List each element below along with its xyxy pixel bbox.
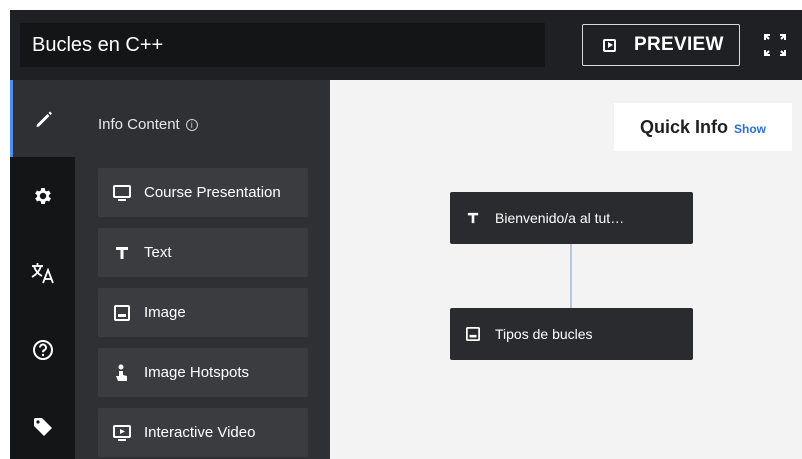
preview-button[interactable]: PREVIEW (582, 24, 740, 66)
content-node-image[interactable]: Tipos de bucles (450, 308, 693, 360)
preview-label: PREVIEW (634, 34, 724, 55)
help-icon (32, 339, 54, 361)
gear-icon (32, 185, 54, 207)
hotspot-icon (112, 363, 132, 383)
content-type-label: Image (144, 304, 186, 321)
quick-info-show-link[interactable]: Show (734, 122, 766, 136)
video-icon (112, 423, 132, 443)
node-label: Bienvenido/a al tut… (495, 210, 625, 226)
image-icon (465, 327, 481, 341)
play-icon (603, 38, 616, 52)
text-icon (465, 212, 481, 224)
pencil-icon (34, 109, 54, 129)
content-type-label: Course Presentation (144, 184, 281, 201)
rail-item-help[interactable] (10, 311, 75, 388)
content-types-panel: Info Content i Course Presentation Text … (75, 80, 330, 459)
content-node-text[interactable]: Bienvenido/a al tut… (450, 192, 693, 244)
content-type-label: Image Hotspots (144, 364, 250, 381)
quick-info-box: Quick Info Show (614, 103, 792, 151)
sidebar-rail (10, 80, 75, 459)
panel-heading-label: Info Content (98, 116, 180, 133)
monitor-icon (112, 183, 132, 203)
content-type-image-hotspots[interactable]: Image Hotspots (98, 348, 308, 397)
content-type-course-presentation[interactable]: Course Presentation (98, 168, 308, 217)
node-connector (570, 244, 572, 308)
content-type-image[interactable]: Image (98, 288, 308, 337)
image-icon (112, 303, 132, 323)
rail-item-translate[interactable] (10, 234, 75, 311)
quick-info-title: Quick Info (639, 116, 728, 137)
text-icon (112, 243, 132, 263)
content-type-label: Interactive Video (144, 424, 256, 441)
translate-icon (30, 261, 56, 285)
panel-heading: Info Content i (98, 116, 198, 133)
node-label: Tipos de bucles (495, 326, 593, 342)
content-type-label: Text (144, 244, 172, 261)
tag-icon (32, 416, 54, 438)
top-bar: Bucles en C++ PREVIEW (10, 10, 802, 80)
rail-item-tags[interactable] (10, 388, 75, 459)
title-input[interactable]: Bucles en C++ (20, 23, 545, 67)
info-icon[interactable]: i (185, 118, 198, 131)
rail-item-settings[interactable] (10, 157, 75, 234)
content-type-interactive-video[interactable]: Interactive Video (98, 408, 308, 457)
content-type-text[interactable]: Text (98, 228, 308, 277)
editor-canvas[interactable]: Quick Info Show Bienvenido/a al tut… Tip… (330, 80, 802, 459)
fullscreen-icon[interactable] (762, 32, 788, 58)
rail-item-edit[interactable] (10, 80, 75, 157)
